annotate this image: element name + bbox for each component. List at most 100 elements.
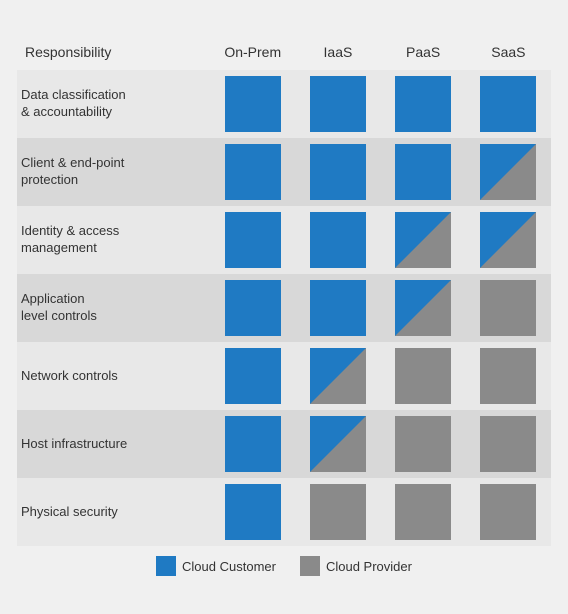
header-saas: SaaS — [466, 38, 551, 70]
table-header: Responsibility On-Prem IaaS PaaS SaaS — [17, 38, 551, 70]
cell-inner-iaas — [310, 416, 366, 472]
cell-saas — [466, 138, 551, 206]
cell-inner-iaas — [310, 348, 366, 404]
shape-saas — [480, 348, 536, 404]
cell-iaas — [295, 342, 380, 410]
cell-onprem — [210, 274, 295, 342]
cell-inner-saas — [480, 484, 536, 540]
shape-paas — [395, 212, 451, 268]
shape-onprem — [225, 348, 281, 404]
shape-onprem — [225, 280, 281, 336]
cell-paas — [381, 478, 466, 546]
shape-iaas — [310, 484, 366, 540]
cell-inner-iaas — [310, 280, 366, 336]
cell-saas — [466, 70, 551, 138]
shape-paas — [395, 484, 451, 540]
cell-inner-paas — [395, 484, 451, 540]
row-label: Network controls — [17, 342, 210, 410]
cell-inner-saas — [480, 348, 536, 404]
shape-saas — [480, 212, 536, 268]
cell-inner-onprem — [225, 280, 281, 336]
cell-inner-onprem — [225, 416, 281, 472]
shape-onprem — [225, 212, 281, 268]
shape-paas — [395, 76, 451, 132]
cell-paas — [381, 274, 466, 342]
cell-saas — [466, 274, 551, 342]
main-container: Responsibility On-Prem IaaS PaaS SaaS Da… — [9, 30, 559, 584]
cell-inner-onprem — [225, 144, 281, 200]
cell-inner-onprem — [225, 212, 281, 268]
header-iaas: IaaS — [295, 38, 380, 70]
table-row: Host infrastructure — [17, 410, 551, 478]
shape-onprem — [225, 484, 281, 540]
cell-paas — [381, 70, 466, 138]
shape-saas — [480, 280, 536, 336]
cell-inner-iaas — [310, 484, 366, 540]
cell-onprem — [210, 410, 295, 478]
legend-customer: Cloud Customer — [156, 556, 276, 576]
table-row: Network controls — [17, 342, 551, 410]
shape-saas — [480, 76, 536, 132]
legend-provider-label: Cloud Provider — [326, 559, 412, 574]
shape-saas — [480, 144, 536, 200]
cell-paas — [381, 342, 466, 410]
shape-onprem — [225, 76, 281, 132]
cell-inner-iaas — [310, 144, 366, 200]
shape-iaas — [310, 416, 366, 472]
shape-onprem — [225, 416, 281, 472]
header-responsibility: Responsibility — [17, 38, 210, 70]
cell-iaas — [295, 274, 380, 342]
cell-inner-paas — [395, 76, 451, 132]
cell-saas — [466, 410, 551, 478]
cell-inner-iaas — [310, 76, 366, 132]
legend-customer-label: Cloud Customer — [182, 559, 276, 574]
cell-onprem — [210, 138, 295, 206]
cell-inner-saas — [480, 76, 536, 132]
cell-paas — [381, 138, 466, 206]
cell-inner-paas — [395, 416, 451, 472]
cell-iaas — [295, 478, 380, 546]
cell-inner-paas — [395, 348, 451, 404]
row-label: Host infrastructure — [17, 410, 210, 478]
table-row: Identity & access management — [17, 206, 551, 274]
cell-inner-saas — [480, 280, 536, 336]
shape-onprem — [225, 144, 281, 200]
cell-inner-saas — [480, 416, 536, 472]
cell-iaas — [295, 70, 380, 138]
shape-iaas — [310, 144, 366, 200]
cell-inner-onprem — [225, 484, 281, 540]
cell-saas — [466, 478, 551, 546]
header-paas: PaaS — [381, 38, 466, 70]
cell-inner-paas — [395, 144, 451, 200]
row-label: Application level controls — [17, 274, 210, 342]
row-label: Client & end-point protection — [17, 138, 210, 206]
cell-inner-onprem — [225, 348, 281, 404]
cell-inner-iaas — [310, 212, 366, 268]
cell-paas — [381, 410, 466, 478]
cell-inner-onprem — [225, 76, 281, 132]
shape-saas — [480, 484, 536, 540]
cell-inner-saas — [480, 144, 536, 200]
cell-onprem — [210, 342, 295, 410]
shape-saas — [480, 416, 536, 472]
cell-saas — [466, 342, 551, 410]
row-label: Data classification & accountability — [17, 70, 210, 138]
row-label: Physical security — [17, 478, 210, 546]
shape-iaas — [310, 76, 366, 132]
table-row: Client & end-point protection — [17, 138, 551, 206]
table-row: Application level controls — [17, 274, 551, 342]
table-row: Physical security — [17, 478, 551, 546]
shape-paas — [395, 416, 451, 472]
cell-onprem — [210, 70, 295, 138]
shape-iaas — [310, 348, 366, 404]
cell-iaas — [295, 410, 380, 478]
legend-provider: Cloud Provider — [300, 556, 412, 576]
table-row: Data classification & accountability — [17, 70, 551, 138]
legend-provider-box — [300, 556, 320, 576]
cell-onprem — [210, 478, 295, 546]
cell-inner-saas — [480, 212, 536, 268]
shape-iaas — [310, 212, 366, 268]
cell-iaas — [295, 138, 380, 206]
cell-onprem — [210, 206, 295, 274]
shape-iaas — [310, 280, 366, 336]
